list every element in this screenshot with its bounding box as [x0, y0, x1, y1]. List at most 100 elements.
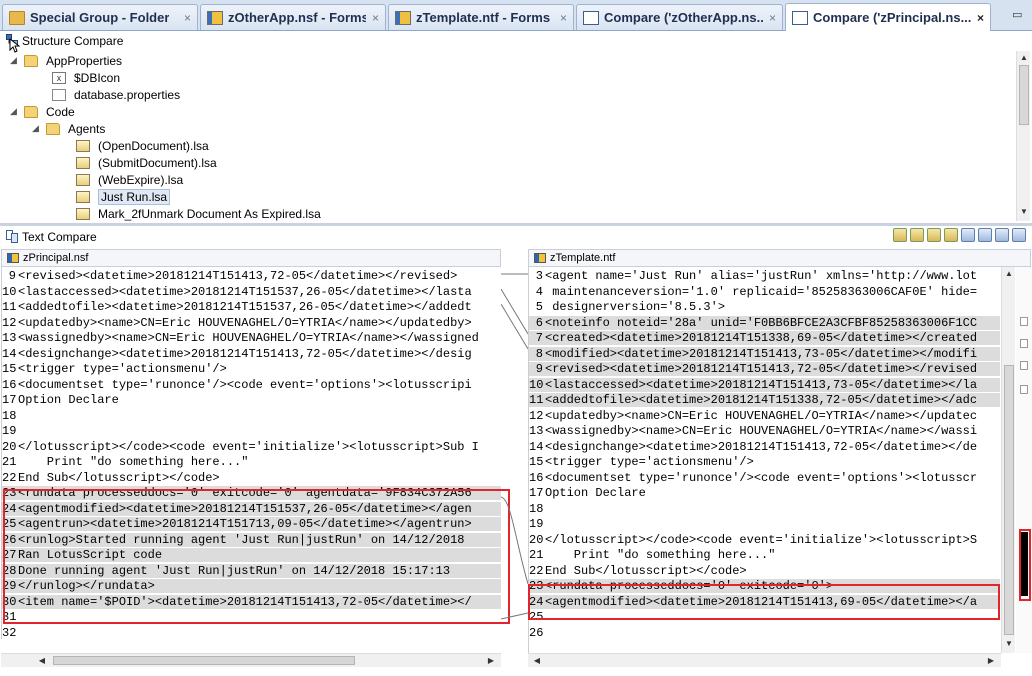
- code-line[interactable]: 14 <designchange><datetime>20181214T15141…: [529, 440, 1000, 454]
- code-line[interactable]: 18: [2, 409, 501, 423]
- line-text: End Sub</lotusscript></code>: [18, 470, 220, 485]
- code-line[interactable]: 13 <wassignedby><name>CN=Eric HOUVENAGHEL…: [2, 331, 501, 345]
- tree-item-code[interactable]: ◢ Code: [10, 103, 75, 120]
- copy-all-left-icon[interactable]: [893, 228, 907, 242]
- line-number: 22: [529, 563, 544, 578]
- code-line[interactable]: 17 Option Declare: [529, 486, 1000, 500]
- scroll-down-icon[interactable]: ▼: [1017, 207, 1031, 219]
- code-line[interactable]: 16 <documentset type='runonce'/><code eve…: [2, 378, 501, 392]
- line-number: 20: [529, 532, 544, 547]
- code-line[interactable]: 18: [529, 502, 1000, 516]
- tab-zotherapp-forms[interactable]: zOtherApp.nsf - Forms ×: [200, 4, 386, 30]
- code-line[interactable]: 10 <lastaccessed><datetime>20181214T15153…: [2, 285, 501, 299]
- tree-item-appproperties[interactable]: ◢ AppProperties: [10, 52, 122, 69]
- close-icon[interactable]: ×: [554, 11, 567, 25]
- code-line[interactable]: 6 <noteinfo noteid='28a' unid='F0BB6BFCE2…: [529, 315, 1000, 330]
- close-icon[interactable]: ×: [971, 11, 984, 25]
- code-line[interactable]: 20 </lotusscript></code><code event='init…: [2, 440, 501, 454]
- tree-item-database-properties[interactable]: database.properties: [52, 86, 180, 103]
- tree-scrollbar[interactable]: ▲ ▼: [1016, 51, 1030, 221]
- copy-right-icon[interactable]: [944, 228, 958, 242]
- tree-item-just-run[interactable]: Just Run.lsa: [76, 188, 171, 205]
- code-line[interactable]: 12 <updatedby><name>CN=Eric HOUVENAGHEL/O…: [2, 316, 501, 330]
- code-line[interactable]: 5 designerversion='8.5.3'>: [529, 300, 1000, 314]
- text-compare-title: Text Compare: [22, 230, 97, 244]
- tree-item-dbicon[interactable]: x $DBIcon: [52, 69, 120, 86]
- expand-arrow-icon[interactable]: ◢: [32, 123, 42, 134]
- scrollbar-thumb[interactable]: [1019, 65, 1029, 125]
- code-line[interactable]: 26: [529, 626, 1000, 640]
- code-line[interactable]: 12 <updatedby><name>CN=Eric HOUVENAGHEL/O…: [529, 409, 1000, 423]
- code-line[interactable]: 22 End Sub</lotusscript></code>: [529, 564, 1000, 578]
- previous-change-icon[interactable]: [1012, 228, 1026, 242]
- scroll-left-icon[interactable]: ◀: [530, 654, 544, 667]
- tree-item-opendocument[interactable]: (OpenDocument).lsa: [76, 137, 209, 154]
- left-horizontal-scrollbar[interactable]: ◀ ▶: [1, 653, 501, 667]
- scrollbar-thumb[interactable]: [1004, 365, 1014, 635]
- code-line[interactable]: 10 <lastaccessed><datetime>20181214T15141…: [529, 377, 1000, 392]
- pane-divider[interactable]: [0, 223, 1032, 226]
- code-line[interactable]: 3 <agent name='Just Run' alias='justRun' …: [529, 269, 1000, 283]
- code-line[interactable]: 9 <revised><datetime>20181214T151413,72-0…: [2, 269, 501, 283]
- line-text: <addedtofile><datetime>20181214T151338,7…: [545, 393, 978, 407]
- scrollbar-thumb[interactable]: [53, 656, 355, 665]
- code-line[interactable]: 22 End Sub</lotusscript></code>: [2, 471, 501, 485]
- code-line[interactable]: 16 <documentset type='runonce'/><code eve…: [529, 471, 1000, 485]
- previous-difference-icon[interactable]: [978, 228, 992, 242]
- right-vertical-scrollbar[interactable]: ▲ ▼: [1001, 267, 1015, 653]
- agent-icon: [76, 190, 90, 203]
- code-line[interactable]: 13 <wassignedby><name>CN=Eric HOUVENAGHEL…: [529, 424, 1000, 438]
- tab-compare-zotherapp[interactable]: Compare ('zOtherApp.ns... ×: [576, 4, 783, 30]
- scroll-down-icon[interactable]: ▼: [1002, 639, 1016, 651]
- next-difference-icon[interactable]: [961, 228, 975, 242]
- line-text: <revised><datetime>20181214T151413,72-05…: [18, 269, 458, 283]
- scroll-right-icon[interactable]: ▶: [984, 654, 998, 667]
- code-line[interactable]: 15 <trigger type='actionsmenu'/>: [529, 455, 1000, 469]
- code-line[interactable]: 20 </lotusscript></code><code event='init…: [529, 533, 1000, 547]
- right-horizontal-scrollbar[interactable]: ◀ ▶: [528, 653, 1001, 667]
- scroll-right-icon[interactable]: ▶: [484, 654, 498, 667]
- code-line[interactable]: 19: [2, 424, 501, 438]
- copy-left-icon[interactable]: [927, 228, 941, 242]
- minimize-icon[interactable]: ▭: [1012, 8, 1028, 22]
- next-change-icon[interactable]: [995, 228, 1009, 242]
- code-line[interactable]: 4 maintenanceversion='1.0' replicaid='85…: [529, 285, 1000, 299]
- code-line[interactable]: 21 Print "do something here...": [2, 455, 501, 469]
- code-line[interactable]: 17 Option Declare: [2, 393, 501, 407]
- difference-marker[interactable]: [1020, 317, 1028, 326]
- expand-arrow-icon[interactable]: ◢: [10, 106, 20, 117]
- code-line[interactable]: 19: [529, 517, 1000, 531]
- code-line[interactable]: 21 Print "do something here...": [529, 548, 1000, 562]
- scroll-left-icon[interactable]: ◀: [35, 654, 49, 667]
- tree-item-mark-unmark[interactable]: Mark_2fUnmark Document As Expired.lsa: [76, 205, 321, 222]
- copy-all-right-icon[interactable]: [910, 228, 924, 242]
- difference-marker[interactable]: [1020, 385, 1028, 394]
- tab-ztemplate-forms[interactable]: zTemplate.ntf - Forms ×: [388, 4, 574, 30]
- difference-overview-ruler[interactable]: [1016, 267, 1032, 653]
- code-line[interactable]: 11 <addedtofile><datetime>20181214T151537…: [2, 300, 501, 314]
- tree-item-webexpire[interactable]: (WebExpire).lsa: [76, 171, 183, 188]
- code-line[interactable]: 15 <trigger type='actionsmenu'/>: [2, 362, 501, 376]
- close-icon[interactable]: ×: [366, 11, 379, 25]
- agent-icon: [76, 207, 90, 220]
- code-line[interactable]: 14 <designchange><datetime>20181214T15141…: [2, 347, 501, 361]
- code-line[interactable]: 8 <modified><datetime>20181214T151413,73-…: [529, 346, 1000, 361]
- close-icon[interactable]: ×: [763, 11, 776, 25]
- tree-item-agents[interactable]: ◢ Agents: [32, 120, 105, 137]
- text-compare-icon: [6, 230, 18, 243]
- code-line[interactable]: 32: [2, 626, 501, 640]
- scroll-up-icon[interactable]: ▲: [1017, 53, 1031, 65]
- difference-marker[interactable]: [1020, 339, 1028, 348]
- current-difference-marker[interactable]: [1021, 532, 1028, 596]
- difference-marker[interactable]: [1020, 361, 1028, 370]
- tree-item-submitdocument[interactable]: (SubmitDocument).lsa: [76, 154, 217, 171]
- tab-special-group-folder[interactable]: Special Group - Folder ×: [2, 4, 198, 30]
- code-line[interactable]: 7 <created><datetime>20181214T151338,69-0…: [529, 331, 1000, 345]
- scroll-up-icon[interactable]: ▲: [1002, 269, 1016, 281]
- code-line[interactable]: 9 <revised><datetime>20181214T151413,72-0…: [529, 362, 1000, 376]
- tab-compare-zprincipal[interactable]: Compare ('zPrincipal.ns... ×: [785, 3, 991, 31]
- line-text: <created><datetime>20181214T151338,69-05…: [545, 331, 978, 345]
- expand-arrow-icon[interactable]: ◢: [10, 55, 20, 66]
- code-line[interactable]: 11 <addedtofile><datetime>20181214T151338…: [529, 393, 1000, 407]
- close-icon[interactable]: ×: [178, 11, 191, 25]
